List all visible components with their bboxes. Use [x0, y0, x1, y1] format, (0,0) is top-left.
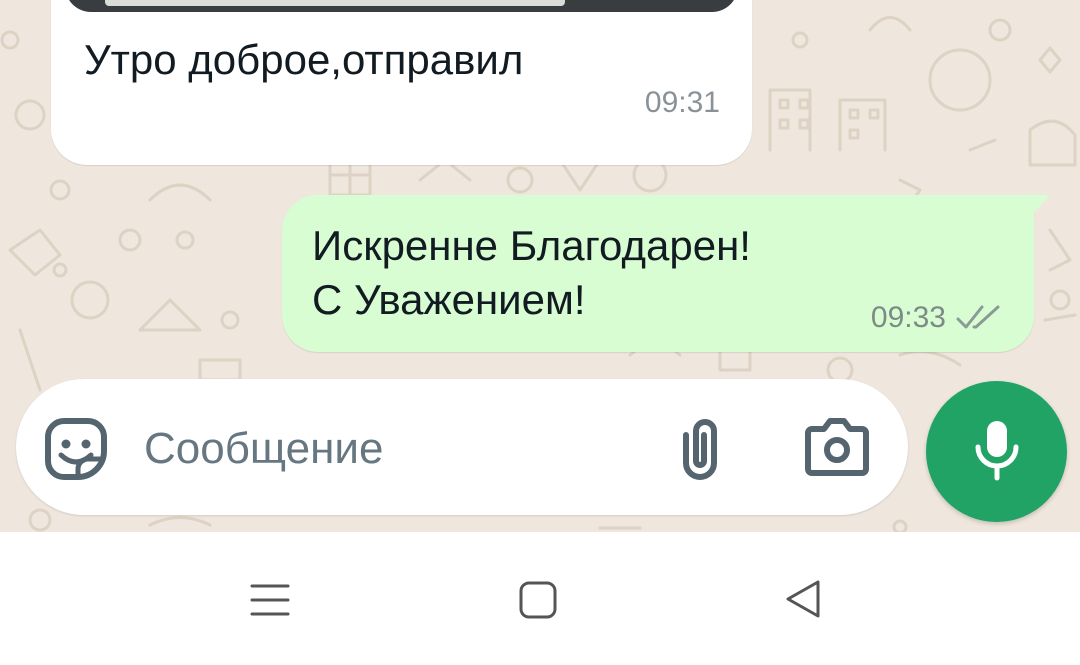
- outgoing-message-meta: 09:33: [871, 301, 1004, 335]
- outgoing-message-line-1: Искренне Благодарен!: [312, 222, 751, 269]
- outgoing-message-bubble[interactable]: Искренне Благодарен! С Уважением! 09:33: [282, 195, 1050, 352]
- sticker-icon[interactable]: [44, 417, 108, 481]
- double-check-icon: [956, 305, 1000, 329]
- voice-record-button[interactable]: [926, 381, 1067, 522]
- paperclip-icon[interactable]: [672, 415, 728, 485]
- message-composer: [16, 379, 908, 515]
- photo-preview[interactable]: [65, 0, 738, 12]
- incoming-message-text: Утро доброе,отправил: [84, 36, 524, 83]
- menu-icon[interactable]: [248, 580, 292, 620]
- incoming-message-bubble[interactable]: Утро доброе,отправил 09:31: [51, 0, 752, 165]
- system-navigation-bar: [0, 532, 1080, 665]
- incoming-message-time: 09:31: [644, 86, 720, 119]
- microphone-icon: [975, 421, 1019, 481]
- message-input[interactable]: [144, 417, 634, 481]
- back-icon[interactable]: [784, 578, 824, 620]
- camera-icon[interactable]: [804, 417, 870, 477]
- outgoing-message-text: Искренне Благодарен! С Уважением!: [312, 219, 751, 327]
- document-photo: [105, 0, 565, 6]
- outgoing-message-time: 09:33: [870, 301, 946, 334]
- chat-area: Утро доброе,отправил 09:31 Искренне Благ…: [0, 0, 1080, 532]
- outgoing-message-line-2: С Уважением!: [312, 276, 586, 323]
- bubble-tail: [1032, 195, 1050, 215]
- home-icon[interactable]: [518, 580, 558, 620]
